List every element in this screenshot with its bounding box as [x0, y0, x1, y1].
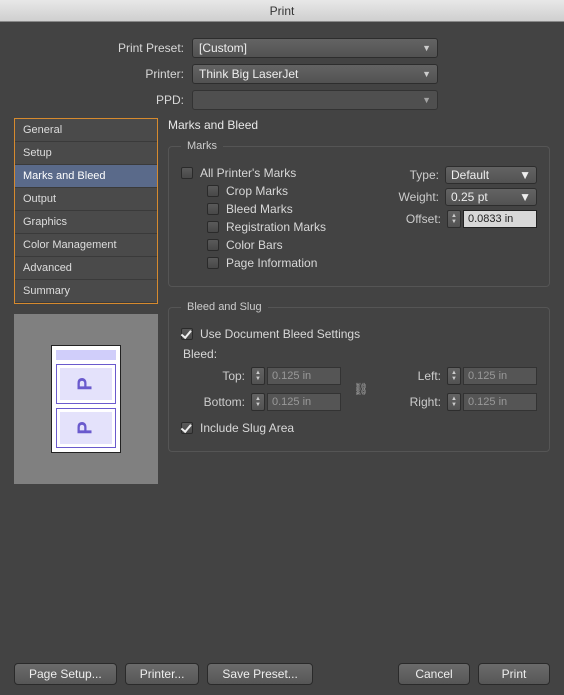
- all-printers-marks-checkbox[interactable]: All Printer's Marks: [181, 166, 377, 180]
- offset-label: Offset:: [406, 212, 441, 226]
- sidebar-item-output[interactable]: Output: [15, 188, 157, 211]
- print-preset-select[interactable]: [Custom] ▼: [192, 38, 438, 58]
- weight-value: 0.25 pt: [451, 190, 488, 204]
- sidebar-item-graphics[interactable]: Graphics: [15, 211, 157, 234]
- sidebar-item-summary[interactable]: Summary: [15, 280, 157, 303]
- marks-legend: Marks: [181, 140, 223, 152]
- checkbox-box: [207, 239, 219, 251]
- bleed-top-label: Top:: [185, 369, 245, 383]
- window-titlebar: Print: [0, 0, 564, 22]
- sidebar-item-general[interactable]: General: [15, 119, 157, 142]
- printer-select[interactable]: Think Big LaserJet ▼: [192, 64, 438, 84]
- bleed-right-stepper: ▲▼: [447, 393, 537, 411]
- type-select[interactable]: Default ▼: [445, 166, 537, 184]
- chevron-down-icon: ▼: [519, 190, 531, 204]
- window-title: Print: [270, 4, 295, 18]
- bleed-bottom-input: [267, 393, 341, 411]
- marks-group: Marks All Printer's Marks Crop Marks: [168, 140, 550, 287]
- bleed-right-input: [463, 393, 537, 411]
- checkbox-box: [207, 221, 219, 233]
- preview-top-half: P: [56, 364, 116, 404]
- stepper-arrows: ▲▼: [251, 367, 265, 385]
- bleed-left-stepper: ▲▼: [447, 367, 537, 385]
- checkbox-box: [181, 422, 193, 434]
- bleed-bottom-stepper: ▲▼: [251, 393, 341, 411]
- print-preset-label: Print Preset:: [14, 41, 192, 55]
- checkbox-box: [207, 257, 219, 269]
- stepper-arrows: ▲▼: [447, 367, 461, 385]
- page-setup-button[interactable]: Page Setup...: [14, 663, 117, 685]
- bleed-left-input: [463, 367, 537, 385]
- crop-marks-checkbox[interactable]: Crop Marks: [207, 184, 377, 198]
- chevron-down-icon: ▼: [422, 95, 431, 105]
- use-document-bleed-checkbox[interactable]: Use Document Bleed Settings: [181, 327, 537, 341]
- weight-select[interactable]: 0.25 pt ▼: [445, 188, 537, 206]
- link-icon[interactable]: ⛓: [353, 382, 368, 396]
- printer-value: Think Big LaserJet: [199, 67, 298, 81]
- color-bars-label: Color Bars: [226, 238, 283, 252]
- stepper-arrows[interactable]: ▲▼: [447, 210, 461, 228]
- ppd-label: PPD:: [14, 93, 192, 107]
- printer-button[interactable]: Printer...: [125, 663, 200, 685]
- use-document-bleed-label: Use Document Bleed Settings: [200, 327, 360, 341]
- include-slug-label: Include Slug Area: [200, 421, 294, 435]
- bleed-top-input: [267, 367, 341, 385]
- type-value: Default: [451, 168, 489, 182]
- preview-page: P P: [51, 345, 121, 453]
- bleed-top-stepper: ▲▼: [251, 367, 341, 385]
- checkbox-box: [207, 203, 219, 215]
- bleed-right-label: Right:: [381, 395, 441, 409]
- offset-input[interactable]: [463, 210, 537, 228]
- bleed-left-label: Left:: [381, 369, 441, 383]
- stepper-arrows: ▲▼: [251, 393, 265, 411]
- chevron-down-icon: ▼: [422, 43, 431, 53]
- sidebar-item-color-management[interactable]: Color Management: [15, 234, 157, 257]
- color-bars-checkbox[interactable]: Color Bars: [207, 238, 377, 252]
- bleed-slug-group: Bleed and Slug Use Document Bleed Settin…: [168, 301, 550, 452]
- sidebar-item-setup[interactable]: Setup: [15, 142, 157, 165]
- cancel-button[interactable]: Cancel: [398, 663, 470, 685]
- panel-title: Marks and Bleed: [168, 118, 550, 132]
- bleed-slug-legend: Bleed and Slug: [181, 301, 268, 313]
- page-preview: P P: [14, 314, 158, 484]
- bleed-marks-label: Bleed Marks: [226, 202, 293, 216]
- registration-marks-label: Registration Marks: [226, 220, 326, 234]
- chevron-down-icon: ▼: [422, 69, 431, 79]
- chevron-down-icon: ▼: [519, 168, 531, 182]
- all-printers-marks-label: All Printer's Marks: [200, 166, 296, 180]
- print-button[interactable]: Print: [478, 663, 550, 685]
- bleed-header-label: Bleed:: [183, 347, 537, 361]
- save-preset-button[interactable]: Save Preset...: [207, 663, 312, 685]
- bottom-button-bar: Page Setup... Printer... Save Preset... …: [14, 663, 550, 685]
- type-label: Type:: [410, 168, 439, 182]
- preview-header-stripe: [56, 350, 116, 360]
- category-sidebar: General Setup Marks and Bleed Output Gra…: [14, 118, 158, 304]
- checkbox-box: [181, 167, 193, 179]
- ppd-select: ▼: [192, 90, 438, 110]
- offset-stepper[interactable]: ▲▼: [447, 210, 537, 228]
- weight-label: Weight:: [399, 190, 439, 204]
- printer-label: Printer:: [14, 67, 192, 81]
- page-information-checkbox[interactable]: Page Information: [207, 256, 377, 270]
- print-preset-value: [Custom]: [199, 41, 247, 55]
- bleed-bottom-label: Bottom:: [185, 395, 245, 409]
- checkbox-box: [181, 328, 193, 340]
- bleed-marks-checkbox[interactable]: Bleed Marks: [207, 202, 377, 216]
- sidebar-item-marks-and-bleed[interactable]: Marks and Bleed: [15, 165, 157, 188]
- page-information-label: Page Information: [226, 256, 317, 270]
- sidebar-item-advanced[interactable]: Advanced: [15, 257, 157, 280]
- preview-bottom-half: P: [56, 408, 116, 448]
- crop-marks-label: Crop Marks: [226, 184, 288, 198]
- include-slug-checkbox[interactable]: Include Slug Area: [181, 421, 537, 435]
- checkbox-box: [207, 185, 219, 197]
- stepper-arrows: ▲▼: [447, 393, 461, 411]
- registration-marks-checkbox[interactable]: Registration Marks: [207, 220, 377, 234]
